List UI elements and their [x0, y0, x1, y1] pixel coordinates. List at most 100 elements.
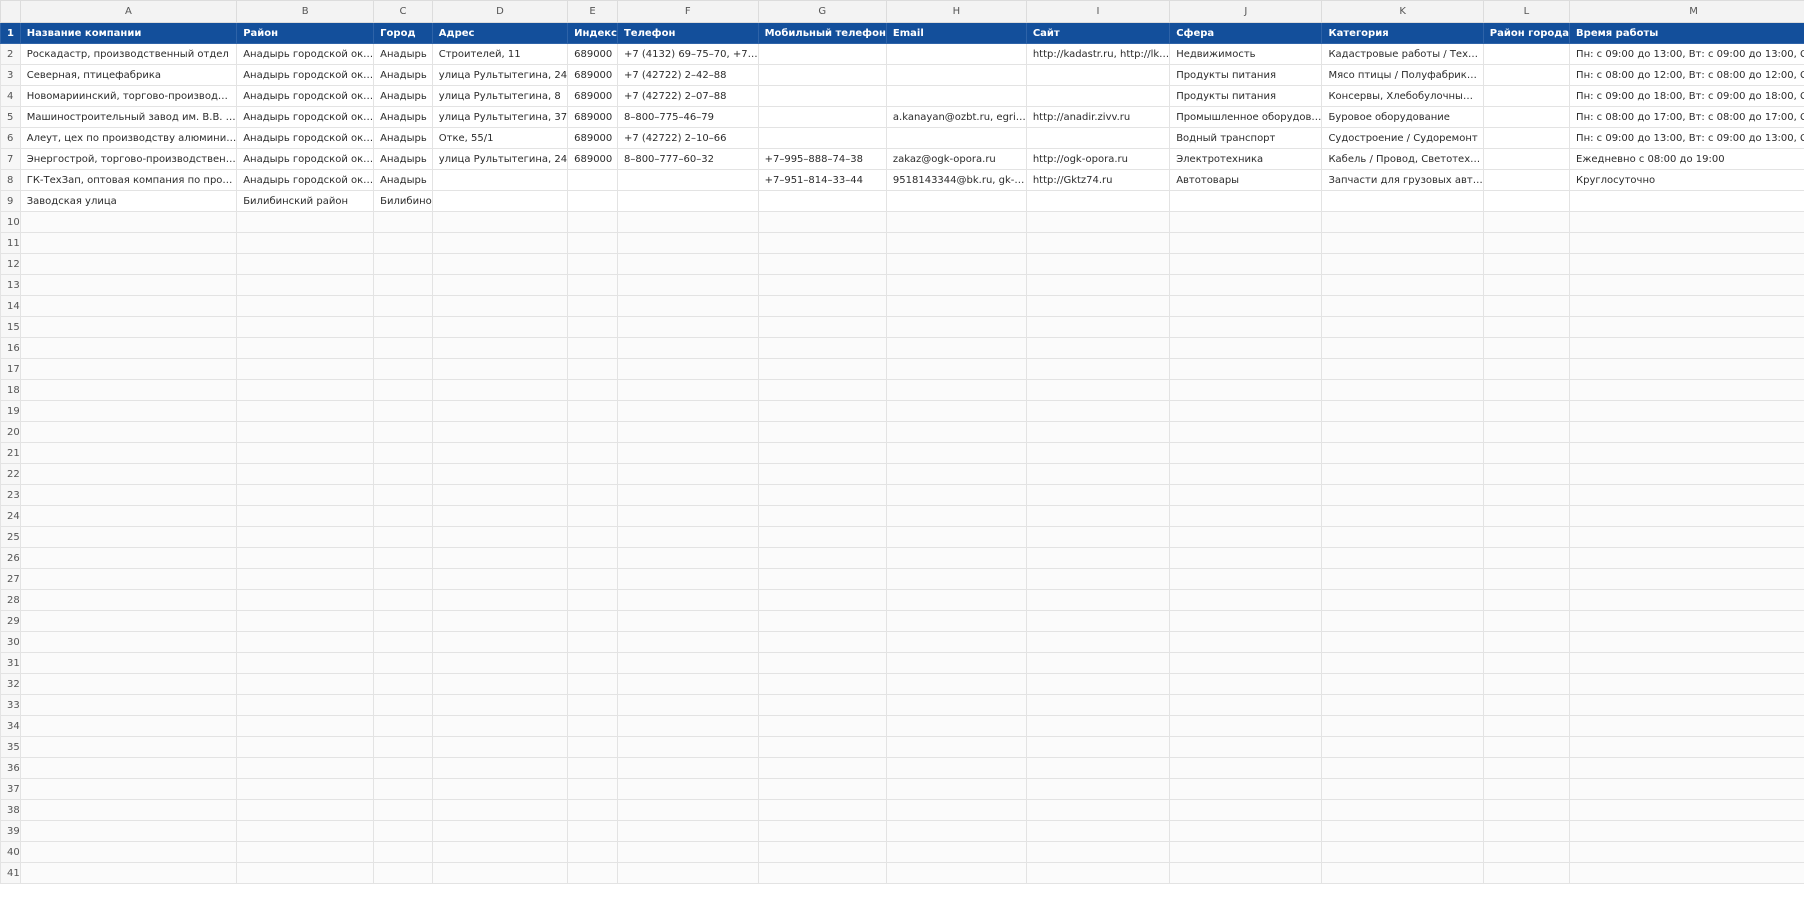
column-header-f[interactable]: F: [616, 0, 759, 23]
empty-cell[interactable]: [1482, 778, 1571, 800]
empty-cell[interactable]: [236, 715, 375, 737]
empty-cell[interactable]: [1169, 295, 1323, 317]
empty-cell[interactable]: [373, 862, 433, 884]
empty-cell[interactable]: [1025, 379, 1171, 401]
empty-cell[interactable]: [236, 337, 375, 359]
data-cell[interactable]: [567, 190, 618, 212]
empty-cell[interactable]: [373, 673, 433, 695]
empty-cell[interactable]: [431, 295, 569, 317]
empty-cell[interactable]: [1569, 841, 1804, 863]
empty-cell[interactable]: [567, 841, 618, 863]
empty-cell[interactable]: [1482, 211, 1571, 233]
empty-cell[interactable]: [757, 736, 887, 758]
empty-cell[interactable]: [757, 610, 887, 632]
empty-cell[interactable]: [431, 316, 569, 338]
empty-cell[interactable]: [431, 757, 569, 779]
empty-cell[interactable]: [1025, 421, 1171, 443]
data-cell[interactable]: 8–800–777–60–32: [616, 148, 759, 170]
row-header[interactable]: 23: [0, 484, 21, 506]
empty-cell[interactable]: [1321, 799, 1484, 821]
data-cell[interactable]: Кадастровые работы / Тех…: [1321, 43, 1484, 65]
empty-cell[interactable]: [1025, 715, 1171, 737]
empty-cell[interactable]: [431, 820, 569, 842]
empty-cell[interactable]: [1569, 652, 1804, 674]
empty-cell[interactable]: [373, 274, 433, 296]
empty-cell[interactable]: [567, 484, 618, 506]
empty-cell[interactable]: [885, 841, 1027, 863]
empty-cell[interactable]: [431, 673, 569, 695]
empty-cell[interactable]: [757, 211, 887, 233]
data-cell[interactable]: Билибинский район: [236, 190, 375, 212]
empty-cell[interactable]: [1025, 505, 1171, 527]
data-cell[interactable]: улица Рультытегина, 37: [431, 106, 569, 128]
empty-cell[interactable]: [431, 778, 569, 800]
header-cell[interactable]: Индекс: [567, 22, 618, 44]
empty-cell[interactable]: [1169, 631, 1323, 653]
data-cell[interactable]: http://ogk-opora.ru: [1025, 148, 1171, 170]
empty-cell[interactable]: [1025, 295, 1171, 317]
empty-cell[interactable]: [19, 757, 238, 779]
empty-cell[interactable]: [616, 421, 759, 443]
empty-cell[interactable]: [431, 568, 569, 590]
empty-cell[interactable]: [1169, 778, 1323, 800]
empty-cell[interactable]: [885, 358, 1027, 380]
empty-cell[interactable]: [19, 673, 238, 695]
data-cell[interactable]: Анадырь: [373, 106, 433, 128]
row-header[interactable]: 37: [0, 778, 21, 800]
empty-cell[interactable]: [1569, 316, 1804, 338]
empty-cell[interactable]: [616, 463, 759, 485]
empty-cell[interactable]: [431, 463, 569, 485]
empty-cell[interactable]: [236, 358, 375, 380]
empty-cell[interactable]: [567, 463, 618, 485]
empty-cell[interactable]: [757, 400, 887, 422]
empty-cell[interactable]: [236, 673, 375, 695]
data-cell[interactable]: http://kadastr.ru, http://lk…: [1025, 43, 1171, 65]
empty-cell[interactable]: [567, 547, 618, 569]
empty-cell[interactable]: [373, 232, 433, 254]
empty-cell[interactable]: [236, 526, 375, 548]
column-header-m[interactable]: M: [1569, 0, 1804, 23]
row-header[interactable]: 5: [0, 106, 21, 128]
empty-cell[interactable]: [373, 631, 433, 653]
row-header[interactable]: 10: [0, 211, 21, 233]
empty-cell[interactable]: [1025, 211, 1171, 233]
empty-cell[interactable]: [1569, 379, 1804, 401]
empty-cell[interactable]: [567, 316, 618, 338]
empty-cell[interactable]: [1321, 631, 1484, 653]
empty-cell[interactable]: [19, 652, 238, 674]
row-header[interactable]: 33: [0, 694, 21, 716]
empty-cell[interactable]: [431, 694, 569, 716]
column-header-e[interactable]: E: [567, 0, 618, 23]
empty-cell[interactable]: [1025, 778, 1171, 800]
data-cell[interactable]: улица Рультытегина, 24: [431, 148, 569, 170]
empty-cell[interactable]: [1025, 400, 1171, 422]
empty-cell[interactable]: [885, 421, 1027, 443]
empty-cell[interactable]: [373, 463, 433, 485]
data-cell[interactable]: [885, 85, 1027, 107]
empty-cell[interactable]: [431, 589, 569, 611]
empty-cell[interactable]: [373, 484, 433, 506]
column-header-l[interactable]: L: [1482, 0, 1571, 23]
empty-cell[interactable]: [567, 736, 618, 758]
empty-cell[interactable]: [1569, 232, 1804, 254]
empty-cell[interactable]: [1569, 736, 1804, 758]
empty-cell[interactable]: [757, 757, 887, 779]
row-header[interactable]: 4: [0, 85, 21, 107]
empty-cell[interactable]: [1321, 652, 1484, 674]
row-header[interactable]: 32: [0, 673, 21, 695]
empty-cell[interactable]: [1569, 757, 1804, 779]
empty-cell[interactable]: [1569, 799, 1804, 821]
empty-cell[interactable]: [616, 400, 759, 422]
data-cell[interactable]: zakaz@ogk-opora.ru: [885, 148, 1027, 170]
empty-cell[interactable]: [616, 673, 759, 695]
empty-cell[interactable]: [431, 358, 569, 380]
data-cell[interactable]: Недвижимость: [1169, 43, 1323, 65]
empty-cell[interactable]: [1569, 400, 1804, 422]
empty-cell[interactable]: [19, 841, 238, 863]
empty-cell[interactable]: [757, 694, 887, 716]
data-cell[interactable]: 689000: [567, 64, 618, 86]
data-cell[interactable]: [1025, 127, 1171, 149]
empty-cell[interactable]: [1169, 316, 1323, 338]
empty-cell[interactable]: [431, 421, 569, 443]
empty-cell[interactable]: [1025, 316, 1171, 338]
